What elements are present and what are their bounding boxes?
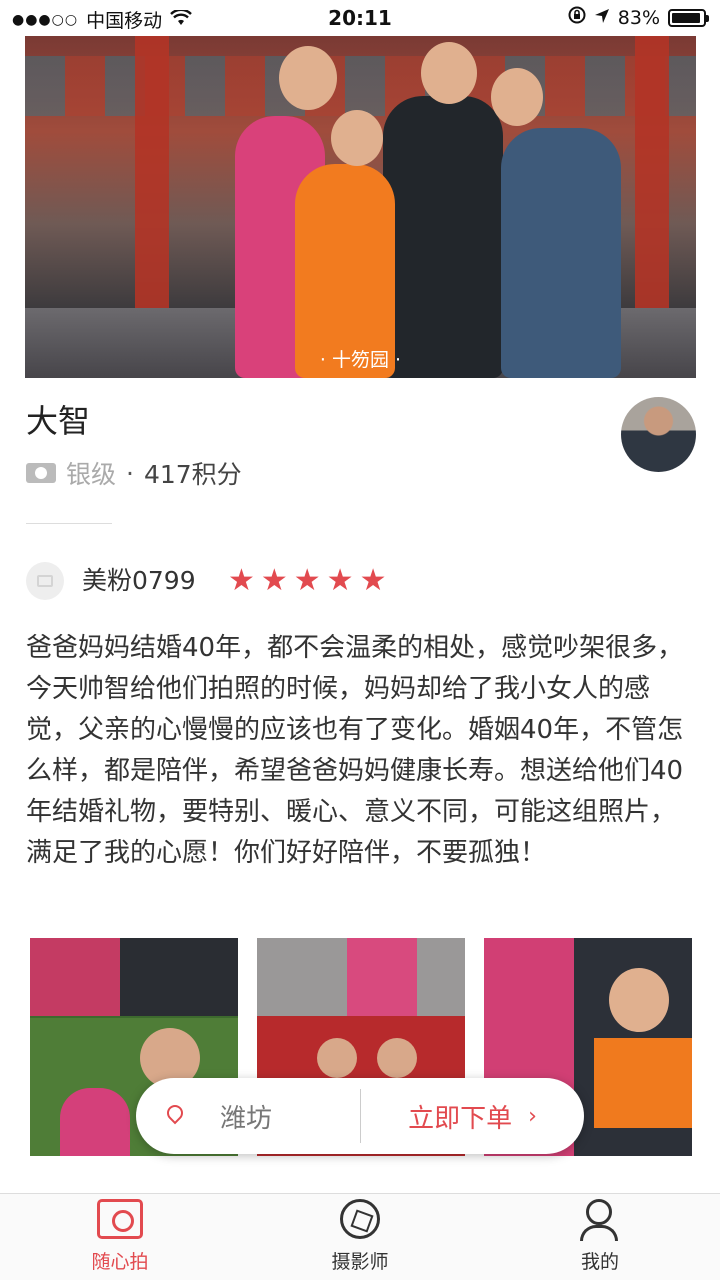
status-bar: ●●●○○ 中国移动 20:11 83% bbox=[0, 0, 720, 36]
tab-bar: 随心拍 摄影师 我的 bbox=[0, 1193, 720, 1280]
tab-label: 随心拍 bbox=[91, 1251, 149, 1273]
hero-pillar bbox=[135, 36, 169, 336]
tab-label: 我的 bbox=[580, 1251, 619, 1273]
hero-head bbox=[491, 68, 543, 126]
photo-block bbox=[60, 1088, 130, 1156]
tab-label: 摄影师 bbox=[331, 1251, 389, 1273]
divider bbox=[26, 523, 112, 524]
photographer-avatar[interactable] bbox=[621, 397, 696, 472]
location-selector[interactable]: 潍坊 bbox=[136, 1078, 360, 1154]
review-text: 爸爸妈妈结婚40年，都不会温柔的相处，感觉吵架很多，今天帅智给他们拍照的时候，妈… bbox=[26, 633, 684, 868]
chevron-right-icon: › bbox=[528, 1103, 537, 1129]
photo-block bbox=[347, 938, 417, 1016]
hero-person-woman bbox=[501, 128, 621, 378]
location-pin-icon bbox=[166, 1105, 184, 1127]
status-right: 83% bbox=[568, 6, 709, 29]
level-row: 银级 · 417积分 bbox=[26, 456, 242, 490]
camera-icon bbox=[97, 1199, 143, 1239]
hero-pillar bbox=[635, 36, 669, 336]
order-now-button[interactable]: 立即下单 › bbox=[361, 1078, 584, 1154]
battery-icon bbox=[668, 8, 709, 27]
points-label: 417积分 bbox=[143, 460, 242, 489]
person-head bbox=[586, 1199, 612, 1225]
tab-photographer[interactable]: 摄影师 bbox=[240, 1194, 480, 1280]
hero-head bbox=[279, 46, 337, 110]
photographer-name: 大智 bbox=[26, 402, 91, 440]
person-icon bbox=[577, 1199, 623, 1241]
camera-badge-icon bbox=[26, 463, 56, 483]
photo-block bbox=[594, 1038, 692, 1128]
location-arrow-icon bbox=[594, 7, 610, 29]
hero-location-caption: · 十笏园 · bbox=[319, 349, 402, 371]
photo-block bbox=[609, 968, 669, 1032]
tab-suixinpai[interactable]: 随心拍 bbox=[0, 1194, 240, 1280]
hero-photo[interactable]: · 十笏园 · bbox=[25, 36, 696, 378]
photo-block bbox=[120, 938, 238, 1016]
level-label: 银级 bbox=[66, 460, 117, 489]
photo-block bbox=[377, 1038, 417, 1078]
rotation-lock-icon bbox=[568, 6, 586, 29]
action-pill: 潍坊 立即下单 › bbox=[136, 1078, 584, 1154]
photo-block bbox=[317, 1038, 357, 1078]
location-label: 潍坊 bbox=[220, 1103, 273, 1134]
rating-stars: ★★★★★ bbox=[228, 563, 393, 598]
hero-building bbox=[25, 56, 696, 116]
battery-percent: 83% bbox=[617, 6, 660, 29]
reviewer-avatar[interactable] bbox=[26, 562, 64, 600]
tab-me[interactable]: 我的 bbox=[480, 1194, 720, 1280]
battery-fill bbox=[672, 12, 700, 23]
placeholder-avatar-icon bbox=[37, 575, 53, 587]
order-now-label: 立即下单 bbox=[408, 1103, 513, 1134]
aperture-icon bbox=[340, 1199, 380, 1239]
reviewer-name: 美粉0799 bbox=[82, 566, 196, 595]
person-body bbox=[580, 1225, 618, 1241]
hero-head bbox=[331, 110, 383, 166]
hero-person-grandfather bbox=[383, 96, 503, 378]
separator: · bbox=[126, 458, 134, 488]
hero-head bbox=[421, 42, 477, 104]
